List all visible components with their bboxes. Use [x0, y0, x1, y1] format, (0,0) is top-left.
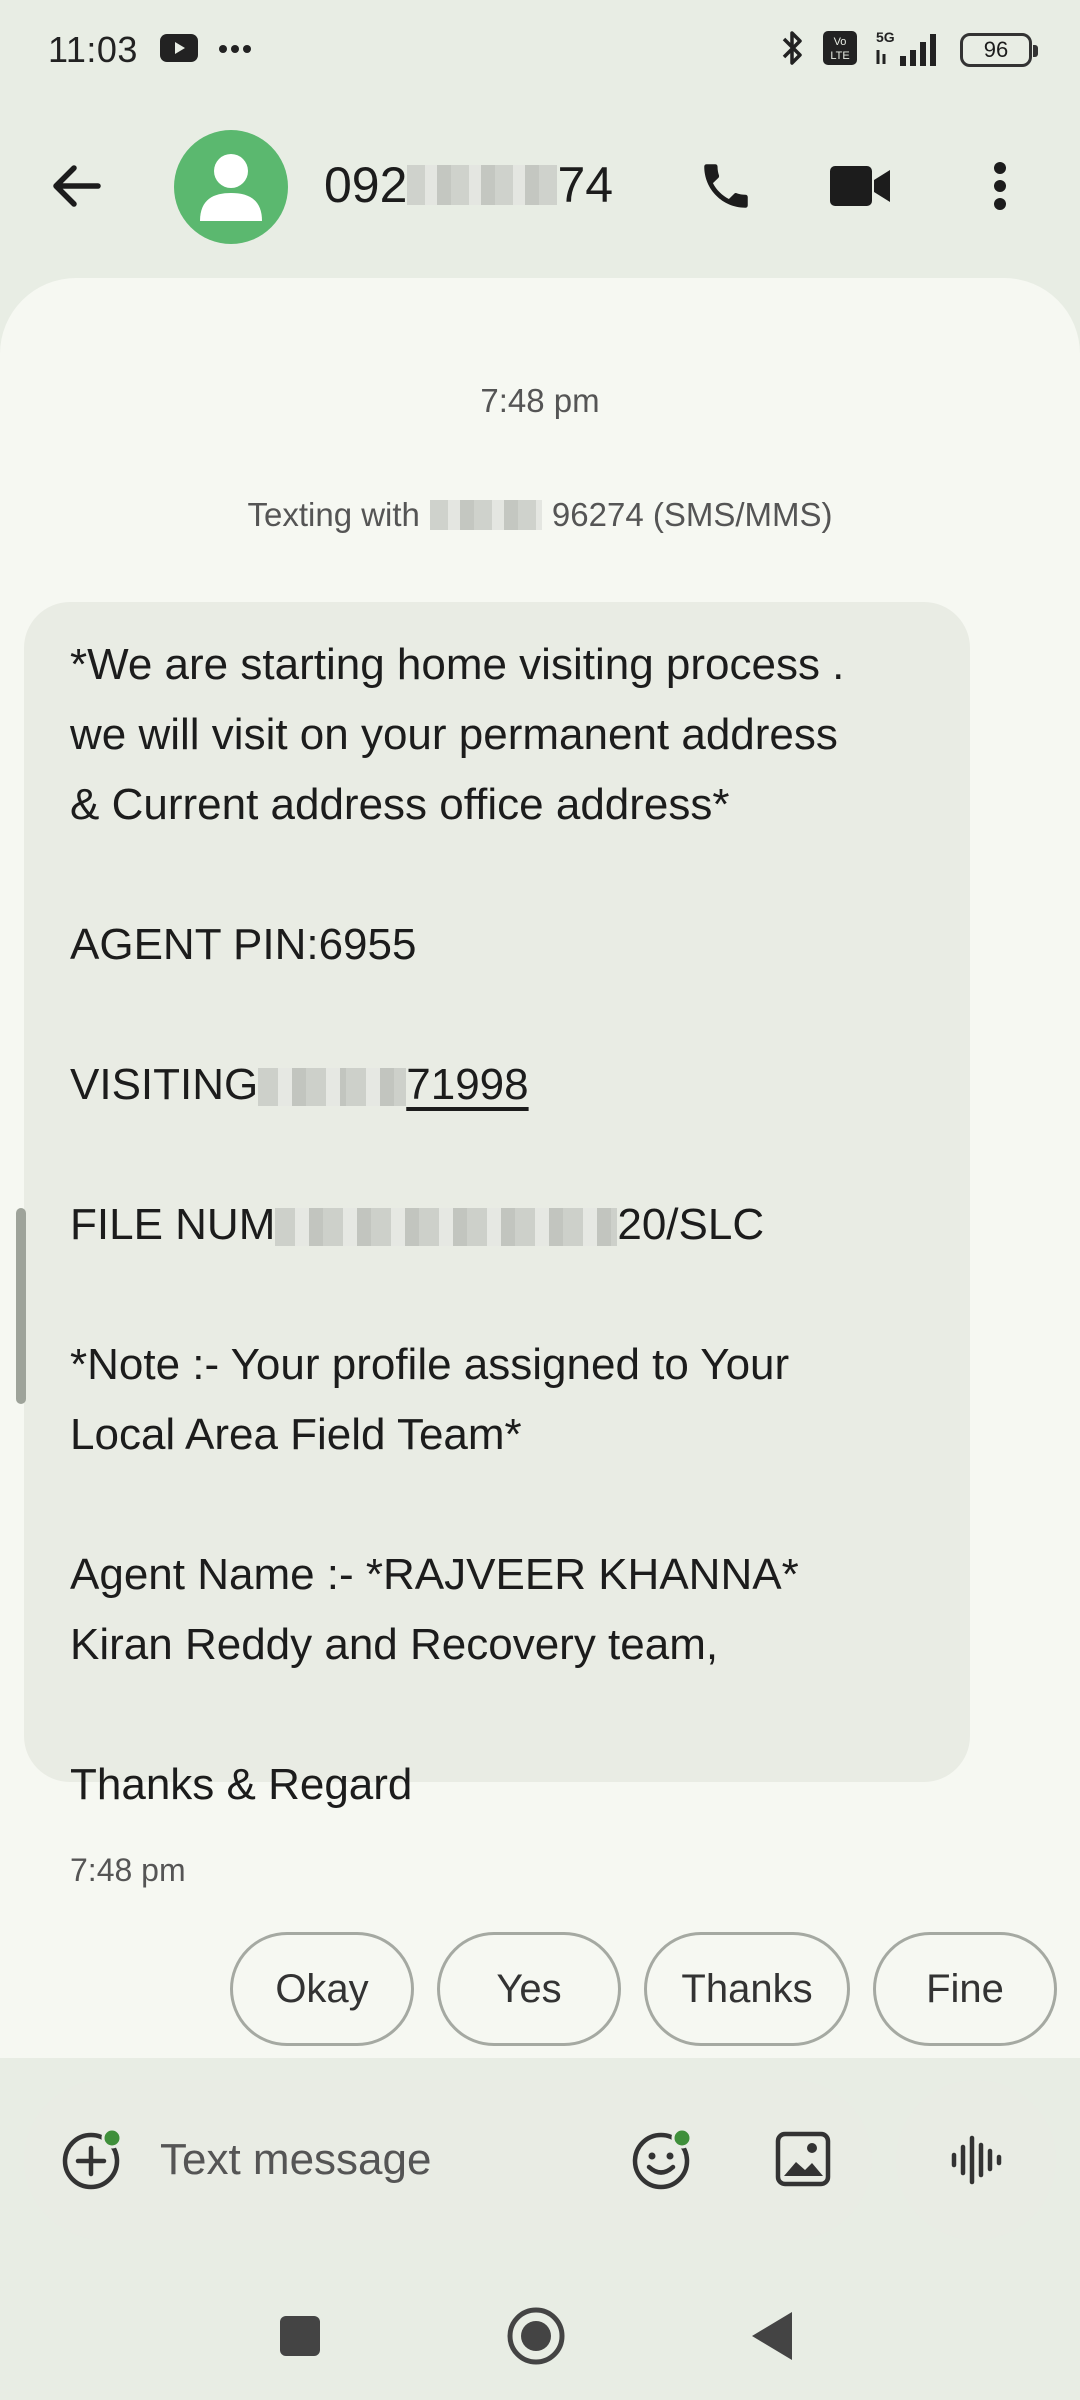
gallery-button[interactable] — [770, 2126, 836, 2192]
file-prefix: FILE NUM — [70, 1200, 276, 1249]
home-button[interactable] — [500, 2300, 572, 2372]
smart-reply-okay[interactable]: Okay — [230, 1932, 414, 2046]
message-line: *Note :- Your profile assigned to Your — [70, 1340, 790, 1389]
contact-number-prefix: 092 — [324, 157, 408, 213]
more-notifications-icon — [218, 41, 252, 59]
message-spacer — [70, 1260, 924, 1330]
audio-waveform-icon — [951, 2135, 1002, 2185]
volte-icon: Vo LTE — [822, 30, 858, 71]
back-arrow-icon — [53, 165, 101, 207]
svg-text:Vo: Vo — [834, 36, 847, 48]
status-bar: 11:03 Vo LTE 5G 96 — [0, 0, 1080, 100]
back-triangle-icon — [752, 2312, 792, 2360]
battery-level: 96 — [983, 37, 1009, 62]
message-line: Kiran Reddy and Recovery team, — [70, 1620, 719, 1669]
message-spacer — [70, 980, 924, 1050]
video-camera-icon — [830, 166, 890, 206]
message-line: we will visit on your permanent address — [70, 710, 838, 759]
message-line: Agent Name :- *RAJVEER KHANNA* — [70, 1550, 799, 1599]
emoji-icon — [632, 2127, 693, 2190]
bluetooth-icon — [778, 28, 806, 73]
texting-with-suffix: 96274 (SMS/MMS) — [551, 496, 833, 533]
date-label: 7:48 pm — [480, 382, 600, 419]
message-timestamp: 7:48 pm — [70, 1852, 186, 1888]
redacted-text — [258, 1068, 347, 1107]
message-spacer — [70, 840, 924, 910]
svg-text:LTE: LTE — [830, 50, 849, 62]
redacted-number — [407, 165, 558, 205]
smart-reply-yes[interactable]: Yes — [437, 1932, 621, 2046]
back-nav-button[interactable] — [736, 2300, 808, 2372]
more-vert-icon — [994, 162, 1006, 210]
avatar[interactable] — [174, 130, 288, 244]
message-spacer — [70, 1680, 924, 1750]
message-spacer — [70, 1470, 924, 1540]
texting-with-label: Texting with 96274 (SMS/MMS) — [0, 496, 1080, 534]
status-time: 11:03 — [48, 29, 138, 70]
recents-square-icon — [280, 2316, 320, 2356]
message-spacer — [70, 1120, 924, 1190]
signal-5g-icon: 5G — [874, 28, 944, 73]
contact-name[interactable]: 092 74 — [324, 156, 613, 214]
visiting-suffix: 71998 — [406, 1060, 529, 1109]
video-call-button[interactable] — [824, 150, 896, 222]
conversation-view[interactable]: 7:48 pm Texting with 96274 (SMS/MMS) *We… — [0, 278, 1080, 2058]
status-system-icons: Vo LTE 5G 96 — [778, 28, 1038, 73]
texting-with-prefix: Texting with — [247, 496, 420, 533]
add-circle-icon — [62, 2127, 123, 2190]
image-icon — [775, 2131, 831, 2187]
redacted-text — [275, 1208, 618, 1247]
message-visiting: VISITING 71998 — [70, 1050, 924, 1120]
compose-bar — [24, 2080, 872, 2240]
attach-button[interactable] — [60, 2126, 126, 2192]
message-line: Local Area Field Team* — [70, 1410, 522, 1459]
smart-reply-thanks[interactable]: Thanks — [644, 1932, 850, 2046]
file-suffix: 20/SLC — [617, 1200, 765, 1249]
more-options-button[interactable] — [964, 150, 1036, 222]
message-agent-pin: AGENT PIN:6955 — [70, 920, 417, 969]
battery-indicator: 96 — [960, 33, 1038, 67]
message-line: & Current address office address* — [70, 780, 730, 829]
call-button[interactable] — [690, 150, 762, 222]
youtube-icon — [159, 33, 198, 67]
home-circle-icon — [507, 2307, 565, 2365]
message-file-number: FILE NUM 20/SLC — [70, 1190, 924, 1260]
status-notification-icons — [159, 33, 252, 67]
message-bubble[interactable]: *We are starting home visiting process .… — [24, 602, 970, 1809]
message-line: *We are starting home visiting process . — [70, 640, 845, 689]
voice-message-button[interactable] — [896, 2080, 1056, 2240]
recents-button[interactable] — [264, 2300, 336, 2372]
avatar-person-icon — [200, 154, 262, 221]
scrollbar-thumb[interactable] — [16, 1208, 26, 1404]
smart-reply-fine[interactable]: Fine — [873, 1932, 1057, 2046]
redacted-number — [429, 500, 542, 530]
smart-reply-chips: Okay Yes Thanks Fine — [0, 1932, 1080, 2046]
svg-text:5G: 5G — [876, 29, 895, 45]
system-nav-bar — [0, 2280, 1080, 2380]
visiting-prefix: VISITING — [70, 1060, 259, 1109]
visiting-number-link[interactable]: 71998 — [346, 1060, 529, 1109]
phone-icon — [704, 164, 748, 208]
message-input[interactable] — [160, 2120, 600, 2200]
contact-number-suffix: 74 — [557, 157, 614, 213]
message-line: Thanks & Regard — [70, 1760, 413, 1809]
emoji-button[interactable] — [630, 2126, 696, 2192]
conversation-header: 092 74 — [0, 120, 1080, 252]
redacted-text — [346, 1068, 407, 1107]
back-button[interactable] — [44, 154, 108, 218]
